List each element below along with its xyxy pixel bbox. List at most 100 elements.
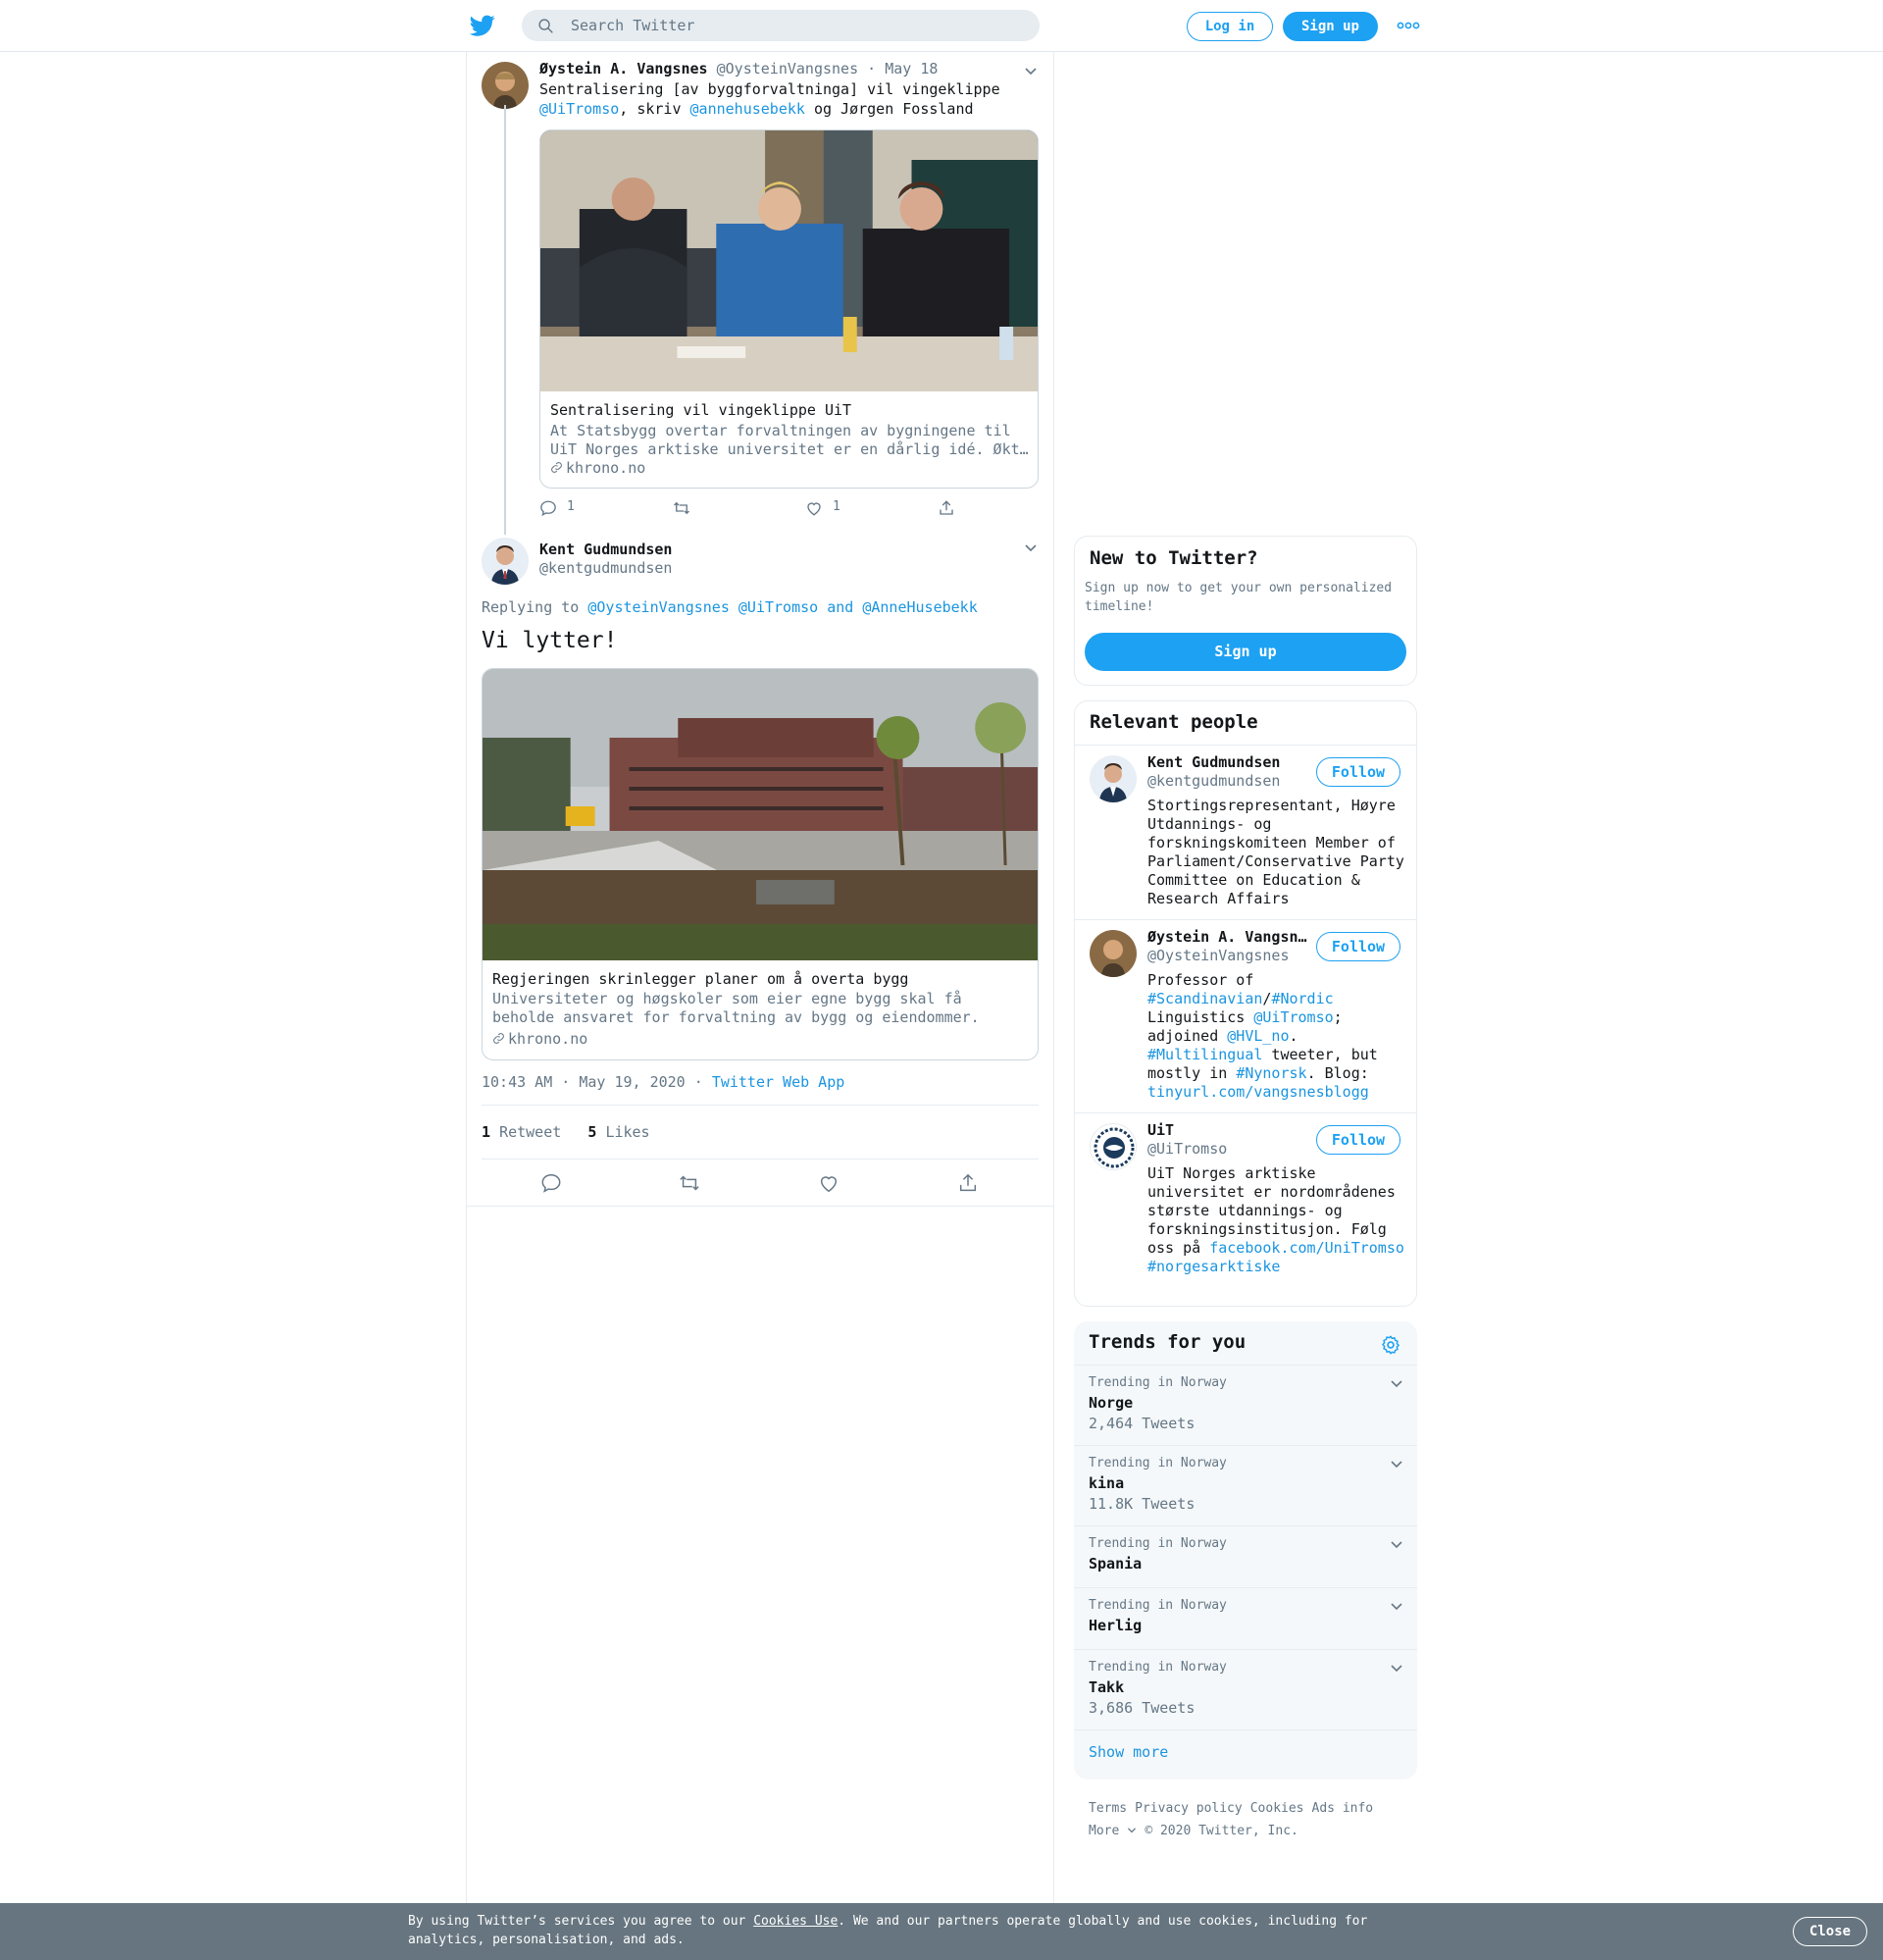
more-options-icon[interactable] [1397,18,1420,33]
show-more-link[interactable]: Show more [1089,1743,1168,1761]
hashtag-link[interactable]: #Scandinavian [1147,990,1262,1007]
person-bio: Professor of #Scandinavian/#Nordic Lingu… [1147,971,1378,1101]
trend-name: Spania [1089,1555,1143,1573]
sidebar-signup-button[interactable]: Sign up [1085,633,1406,671]
footer-links: Terms Privacy policy Cookies Ads info More ©… [1089,1797,1422,1842]
retweet-icon [674,501,689,515]
avatar-oystein[interactable] [1090,930,1137,977]
follow-button-uit[interactable]: Follow [1316,1125,1400,1155]
reply-icon[interactable] [540,1172,562,1194]
blog-link[interactable]: tinyurl.com/vangsnesblogg [1147,1083,1369,1101]
retweet-icon[interactable] [679,1172,700,1194]
reply-mention-uitromso[interactable]: @UiTromso [738,598,818,616]
heart-icon[interactable] [818,1172,840,1194]
mention-link[interactable]: @UiTromso [1253,1008,1333,1026]
trend-name: Norge [1089,1394,1134,1412]
tweet2-timestamp: 10:43 AM · May 19, 2020 · Twitter Web Ap… [482,1073,845,1091]
tweet2-text: Vi lytter! [482,628,618,653]
chevron-down-icon[interactable] [1390,1602,1403,1612]
chevron-down-icon[interactable] [1390,1379,1403,1389]
hashtag-link[interactable]: #Multilingual [1147,1046,1262,1063]
cookie-close-button[interactable]: Close [1793,1917,1867,1946]
tweet1-link-card[interactable]: Sentralisering vil vingeklippe UiT At St… [539,129,1039,489]
signup-button[interactable]: Sign up [1283,12,1378,41]
follow-button-kent[interactable]: Follow [1316,757,1400,787]
avatar-oystein[interactable] [482,62,529,109]
divider [482,1105,1039,1106]
footer-ads-link[interactable]: Ads info [1312,1801,1374,1816]
trend-context: Trending in Norway [1089,1536,1227,1551]
reply-mention-annehusebekk[interactable]: @AnneHusebekk [862,598,977,616]
person-handle[interactable]: @UiTromso [1147,1140,1227,1158]
search-box[interactable] [522,10,1040,41]
tweet1-author-handle[interactable]: @OysteinVangsnes [717,60,859,77]
person-handle[interactable]: @OysteinVangsnes [1147,947,1290,964]
trend-item[interactable]: Trending in Norway kina 11.8K Tweets [1074,1445,1417,1525]
relevant-people-title: Relevant people [1090,711,1258,733]
hashtag-link[interactable]: #norgesarktiske [1147,1258,1280,1275]
person-name[interactable]: UiT [1147,1121,1309,1139]
tweet2-stats: 1 Retweet 5 Likes [482,1123,650,1141]
person-name[interactable]: Øystein A. Vangsnes [1147,928,1309,946]
tweet1-chevron-down-icon[interactable] [1024,67,1038,77]
person-kent[interactable]: Kent Gudmundsen @kentgudmundsen Follow S… [1075,745,1416,919]
relevant-people-panel: Relevant people Kent Gudmundsen @kentgud… [1074,700,1417,1307]
likes-stat[interactable]: 5 Likes [587,1123,649,1141]
footer-more-link[interactable]: More [1089,1824,1137,1838]
cookies-use-link[interactable]: Cookies Use [753,1914,838,1929]
person-uit[interactable]: UiT @UiTromso Follow UiT Norges arktiske… [1075,1112,1416,1306]
trend-item[interactable]: Trending in Norway Spania [1074,1525,1417,1587]
gear-icon[interactable] [1380,1334,1401,1356]
trend-item[interactable]: Trending in Norway Herlig [1074,1587,1417,1649]
tweet1-author-name[interactable]: Øystein A. Vangsnes [539,60,708,77]
tweet1-mention-uitromso[interactable]: @UiTromso [539,100,619,118]
tweet2-chevron-down-icon[interactable] [1024,543,1038,553]
column-border-right [1053,52,1054,1906]
tweet1-mention-annehusebekk[interactable]: @annehusebekk [690,100,805,118]
tweet1-like-action[interactable]: 1 [805,499,864,519]
hashtag-link[interactable]: #Nynorsk [1236,1064,1306,1082]
tweet1-share-action[interactable] [938,499,967,519]
facebook-link[interactable]: facebook.com/UniTromso [1209,1239,1404,1257]
tweet1-reply-count: 1 [567,499,575,514]
login-button[interactable]: Log in [1187,12,1273,41]
link-icon [551,462,562,473]
chevron-down-icon[interactable] [1390,1540,1403,1550]
hashtag-link[interactable]: #Nordic [1271,990,1333,1007]
twitter-bird-icon[interactable] [469,13,496,38]
tweet2-card-title: Regjeringen skrinlegger planer om å over… [492,970,909,988]
person-bio: Stortingsrepresentant, Høyre Utdannings-… [1147,797,1404,907]
avatar-kent[interactable] [482,538,529,585]
trends-title: Trends for you [1089,1331,1247,1353]
mention-link[interactable]: @HVL_no [1227,1027,1289,1045]
reply-mention-oysteinvangsnes[interactable]: @OysteinVangsnes [587,598,730,616]
trend-item[interactable]: Trending in Norway Takk 3,686 Tweets [1074,1649,1417,1729]
footer-privacy-link[interactable]: Privacy policy [1135,1801,1243,1816]
chevron-down-icon[interactable] [1390,1664,1403,1674]
share-icon[interactable] [957,1172,979,1194]
search-input[interactable] [571,10,1022,41]
search-icon [538,19,553,33]
footer-cookies-link[interactable]: Cookies [1250,1801,1304,1816]
tweet1-text: Sentralisering [av byggforvaltninga] vil… [539,80,1000,118]
tweet1-retweet-action[interactable] [672,499,701,519]
person-handle[interactable]: @kentgudmundsen [1147,772,1280,790]
follow-button-oystein[interactable]: Follow [1316,932,1400,961]
tweet2-source-link[interactable]: Twitter Web App [712,1073,844,1091]
tweet1-like-count: 1 [833,499,840,514]
avatar-uit[interactable] [1090,1123,1137,1170]
new-to-twitter-subtitle: Sign up now to get your own personalized… [1085,581,1393,614]
avatar-kent[interactable] [1090,755,1137,802]
footer-terms-link[interactable]: Terms [1089,1801,1127,1816]
person-name[interactable]: Kent Gudmundsen [1147,753,1309,771]
tweet2-author-handle[interactable]: @kentgudmundsen [539,559,672,577]
tweet1-date[interactable]: May 18 [885,60,938,77]
tweet1-reply-action[interactable]: 1 [539,499,598,519]
chevron-down-icon[interactable] [1390,1460,1403,1470]
tweet2-author-name[interactable]: Kent Gudmundsen [539,541,672,558]
person-oystein[interactable]: Øystein A. Vangsnes @OysteinVangsnes Fol… [1075,919,1416,1112]
trend-item[interactable]: Trending in Norway Norge 2,464 Tweets [1074,1365,1417,1445]
retweet-stat[interactable]: 1 Retweet [482,1123,561,1141]
tweet2-link-card[interactable]: Regjeringen skrinlegger planer om å over… [482,668,1039,1060]
thread-line [504,105,506,535]
